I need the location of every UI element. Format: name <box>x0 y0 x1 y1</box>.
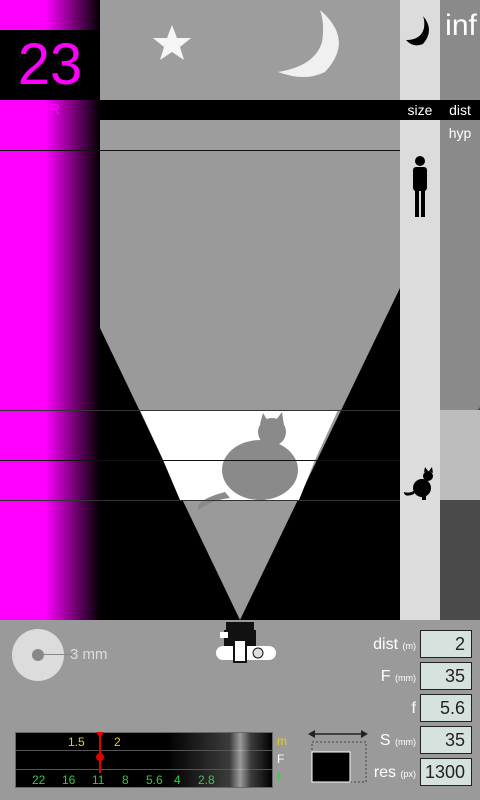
hyperfocal-label: hyp <box>448 125 472 141</box>
fstop-mark: 11 <box>92 773 105 787</box>
focal-length-readout: 3 mm <box>70 646 108 663</box>
person-icon <box>413 156 427 217</box>
fstop-mark: 22 <box>32 773 46 787</box>
fstop-field-label: f <box>411 700 416 717</box>
focal-length-input[interactable]: 35 <box>420 662 472 690</box>
focal-row-letter: F <box>277 752 285 766</box>
crescent-icon <box>406 16 429 46</box>
fstop-mark: 16 <box>62 773 76 787</box>
dist-label: dist <box>449 102 471 118</box>
blur-label: BLUR <box>19 101 60 118</box>
sensor-field-label: S (mm) <box>379 732 416 749</box>
distance-mark: 2 <box>114 735 121 749</box>
fstop-row-letter: f <box>277 770 281 784</box>
dist-input[interactable]: 2 <box>420 630 472 658</box>
infinity-label[interactable]: inf <box>444 6 478 46</box>
fstop-mark: 8 <box>122 773 129 787</box>
fstop-input[interactable]: 5.6 <box>420 694 472 722</box>
distance-row-letter: m <box>277 734 287 748</box>
sensor-input[interactable]: 35 <box>420 726 472 754</box>
distance-column-top <box>440 0 480 410</box>
resolution-field-label: res (px) <box>373 764 416 781</box>
blur-value: 23 <box>17 32 83 97</box>
resolution-input[interactable]: 1300 <box>420 758 472 786</box>
camera-icon[interactable] <box>214 620 278 664</box>
distance-column-focus <box>440 410 480 500</box>
size-label: size <box>407 102 433 118</box>
dist-field-label: dist (m) <box>373 636 416 653</box>
distance-mark: 1.5 <box>68 735 85 749</box>
cat-icon <box>404 467 433 500</box>
fstop-mark: 5.6 <box>146 773 163 787</box>
focal-pointer <box>38 654 72 655</box>
aperture-opening <box>32 649 44 661</box>
focus-scale[interactable]: 1.5 2 22 16 11 8 5.6 4 2.8 <box>15 732 273 788</box>
size-column <box>400 0 440 620</box>
fstop-mark: 2.8 <box>198 773 215 787</box>
fstop-mark: 4 <box>174 773 181 787</box>
depth-of-field-scene[interactable] <box>100 0 400 620</box>
focal-length-field-label: F (mm) <box>380 668 416 685</box>
